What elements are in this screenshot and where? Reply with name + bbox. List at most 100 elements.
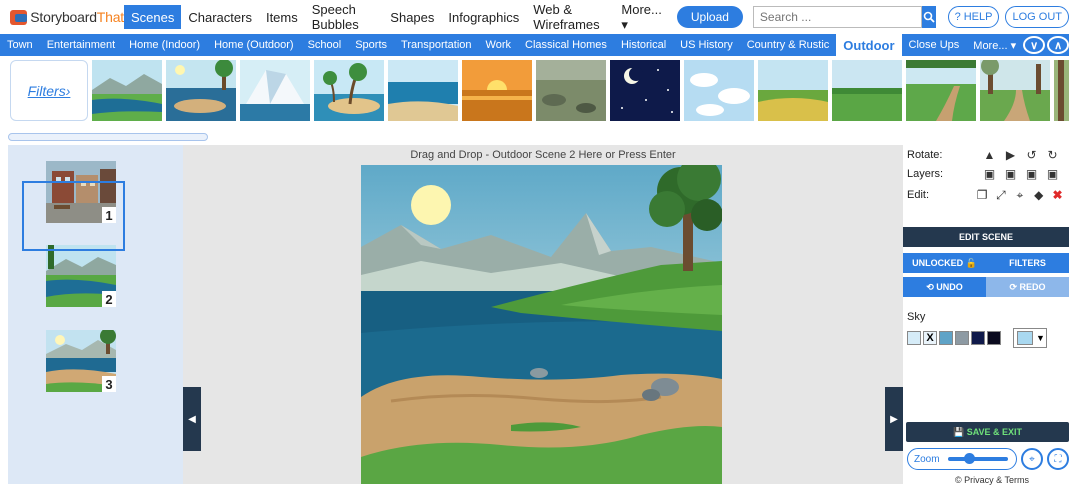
undo-label: UNDO: [936, 282, 963, 292]
category-work[interactable]: Work: [479, 34, 518, 56]
sky-swatches: X ▼: [907, 328, 1047, 348]
crop-icon[interactable]: ⌖: [1010, 188, 1029, 203]
sky-swatch-2-selected[interactable]: X: [923, 331, 937, 345]
sky-swatch-3[interactable]: [939, 331, 953, 345]
search-icon: [923, 11, 935, 23]
category-sports[interactable]: Sports: [348, 34, 394, 56]
chevron-down-icon[interactable]: ∨: [1023, 36, 1046, 54]
search-input[interactable]: [752, 6, 922, 28]
chevron-up-icon[interactable]: ∧: [1047, 36, 1069, 54]
scene-thumb-island-tree[interactable]: [166, 60, 236, 121]
edit-scene-button[interactable]: EDIT SCENE: [903, 227, 1069, 247]
properties-panel: Rotate: ▲ ▶ ↺ ↻ Layers: ▣ ▣ ▣ ▣ Edit: ❐ …: [903, 145, 1069, 485]
filters-button[interactable]: Filters›: [10, 60, 88, 121]
scene-canvas[interactable]: [361, 165, 722, 484]
category-entertainment[interactable]: Entertainment: [40, 34, 122, 56]
scene-thumb-wheat-field[interactable]: [758, 60, 828, 121]
zoom-slider[interactable]: [947, 453, 1008, 464]
scene-thumb-forest-edge[interactable]: [1054, 60, 1069, 121]
nav-scenes[interactable]: Scenes: [124, 5, 182, 29]
unlocked-label: UNLOCKED: [912, 258, 964, 268]
scene-browser: Filters›: [0, 56, 1069, 124]
help-button[interactable]: ? HELP: [947, 6, 1000, 28]
scene-thumb-rocky-shore[interactable]: [536, 60, 606, 121]
scene-thumb-ocean[interactable]: [388, 60, 458, 121]
sky-swatch-1[interactable]: [907, 331, 921, 345]
sky-swatch-6[interactable]: [987, 331, 1001, 345]
undo-button[interactable]: ⟲ UNDO: [903, 277, 986, 297]
scene-thumb-clouds[interactable]: [684, 60, 754, 121]
unlock-icon: 🔓: [965, 257, 977, 268]
category-home-indoor[interactable]: Home (Indoor): [122, 34, 207, 56]
logo-icon: [10, 9, 28, 25]
nav-web-wireframes[interactable]: Web & Wireframes: [526, 2, 614, 32]
editor-workspace: Drag and Drop - Outdoor Scene 2 Here or …: [183, 145, 903, 484]
nav-characters[interactable]: Characters: [181, 5, 259, 29]
rotate-label: Rotate:: [907, 149, 943, 161]
scene-thumb-meadow[interactable]: [832, 60, 902, 121]
nav-more[interactable]: More... ▾: [614, 2, 668, 32]
nav-speech-bubbles[interactable]: Speech Bubbles: [305, 2, 384, 32]
category-classical-homes[interactable]: Classical Homes: [518, 34, 614, 56]
filters-panel-button[interactable]: FILTERS: [986, 253, 1069, 273]
category-home-outdoor[interactable]: Home (Outdoor): [207, 34, 300, 56]
flip-horizontal-icon[interactable]: ▶: [1000, 148, 1021, 162]
rotate-right-icon[interactable]: ↻: [1042, 148, 1063, 162]
category-historical[interactable]: Historical: [614, 34, 673, 56]
sky-swatch-5[interactable]: [971, 331, 985, 345]
scene-thumb-river[interactable]: [92, 60, 162, 121]
delete-icon[interactable]: ✖: [1048, 188, 1067, 202]
bring-front-icon[interactable]: ▣: [979, 167, 1000, 181]
category-school[interactable]: School: [301, 34, 349, 56]
brand-name: StoryboardThat: [30, 9, 124, 25]
scroll-progress: [8, 133, 208, 141]
scene-thumb-iceberg[interactable]: [240, 60, 310, 121]
eraser-icon[interactable]: ◆: [1029, 188, 1048, 202]
scene-thumb-sunset[interactable]: [462, 60, 532, 121]
category-outdoor[interactable]: Outdoor: [836, 34, 902, 56]
send-backward-icon[interactable]: ▣: [1021, 167, 1042, 181]
edit-label: Edit:: [907, 189, 930, 201]
nav-items[interactable]: Items: [259, 5, 305, 29]
zoom-slider-handle[interactable]: [963, 453, 975, 464]
logout-button[interactable]: LOG OUT: [1005, 6, 1069, 28]
category-us-history[interactable]: US History: [673, 34, 740, 56]
redo-button[interactable]: ⟳ REDO: [986, 277, 1069, 297]
unlocked-button[interactable]: UNLOCKED 🔓: [903, 253, 986, 273]
resize-icon[interactable]: ⤢: [992, 188, 1011, 203]
prev-cell-arrow[interactable]: ◀: [183, 387, 201, 451]
scene-thumb-night-sky[interactable]: [610, 60, 680, 121]
cell-2-river[interactable]: 2: [46, 245, 116, 307]
cell-3-outdoor-lake[interactable]: 3: [46, 330, 116, 392]
nav-infographics[interactable]: Infographics: [441, 5, 526, 29]
save-exit-button[interactable]: 💾 SAVE & EXIT: [906, 422, 1069, 442]
fullscreen-icon[interactable]: ⛶: [1047, 448, 1069, 470]
rotate-left-icon[interactable]: ↺: [1021, 148, 1042, 162]
undo-icon: ⟲: [926, 281, 934, 292]
scene-thumb-forest-path[interactable]: [906, 60, 976, 121]
category-town[interactable]: Town: [0, 34, 40, 56]
drop-instructions: Drag and Drop - Outdoor Scene 2 Here or …: [410, 149, 676, 161]
flip-vertical-icon[interactable]: ▲: [979, 148, 1000, 162]
copy-icon[interactable]: ❐: [973, 188, 992, 202]
zoom-fit-icon[interactable]: ⌖: [1021, 448, 1043, 470]
next-cell-arrow[interactable]: ▶: [885, 387, 903, 451]
upload-button[interactable]: Upload: [676, 6, 743, 28]
category-transportation[interactable]: Transportation: [394, 34, 479, 56]
nav-shapes[interactable]: Shapes: [383, 5, 441, 29]
layers-label: Layers:: [907, 168, 944, 180]
bring-forward-icon[interactable]: ▣: [1000, 167, 1021, 181]
layers-row: Layers: ▣ ▣ ▣ ▣: [907, 166, 1067, 182]
undo-redo-row: ⟲ UNDO ⟳ REDO: [903, 277, 1069, 297]
category-more[interactable]: More... ▾: [966, 34, 1023, 56]
custom-color-picker[interactable]: ▼: [1013, 328, 1047, 348]
scene-thumb-palm-island[interactable]: [314, 60, 384, 121]
sky-swatch-4[interactable]: [955, 331, 969, 345]
edit-row: Edit: ❐ ⤢ ⌖ ◆ ✖: [907, 187, 1067, 203]
category-country-rustic[interactable]: Country & Rustic: [740, 34, 837, 56]
search-button[interactable]: [921, 6, 936, 28]
scene-thumb-path-trees[interactable]: [980, 60, 1050, 121]
brand-logo[interactable]: StoryboardThat: [10, 9, 124, 25]
send-back-icon[interactable]: ▣: [1042, 167, 1063, 181]
category-close-ups[interactable]: Close Ups: [902, 34, 967, 56]
